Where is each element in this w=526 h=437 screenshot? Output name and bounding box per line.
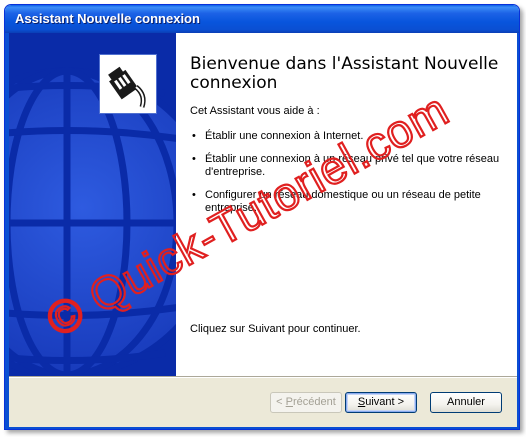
bullet-icon: • xyxy=(192,153,196,165)
intro-text: Cet Assistant vous aide à : xyxy=(190,105,320,117)
connection-logo xyxy=(99,54,157,114)
feature-list: • Établir une connexion à Internet. • Étab… xyxy=(190,130,508,225)
wizard-sidebar xyxy=(9,33,176,376)
page-title: Bienvenue dans l'Assistant Nouvelle conn… xyxy=(190,54,499,93)
back-button[interactable]: < Précédent xyxy=(270,392,342,413)
network-cable-icon xyxy=(102,57,154,111)
cancel-button[interactable]: Annuler xyxy=(430,392,502,413)
wizard-content: Bienvenue dans l'Assistant Nouvelle conn… xyxy=(176,33,517,376)
window-title: Assistant Nouvelle connexion xyxy=(15,11,200,26)
bullet-icon: • xyxy=(192,189,196,201)
list-item: • Établir une connexion à un réseau privé… xyxy=(192,153,500,178)
footer-divider xyxy=(9,376,517,378)
wizard-window: Assistant Nouvelle connexion Bienvenue d… xyxy=(4,4,520,430)
continue-instruction: Cliquez sur Suivant pour continuer. xyxy=(190,323,361,335)
list-item: • Configurer un réseau domestique ou un r… xyxy=(192,189,481,214)
bullet-icon: • xyxy=(192,130,196,142)
wizard-client-area: Bienvenue dans l'Assistant Nouvelle conn… xyxy=(9,33,517,427)
title-bar[interactable]: Assistant Nouvelle connexion xyxy=(5,5,519,33)
list-item: • Établir une connexion à Internet. xyxy=(192,130,364,142)
next-button[interactable]: Suivant > xyxy=(345,392,417,413)
